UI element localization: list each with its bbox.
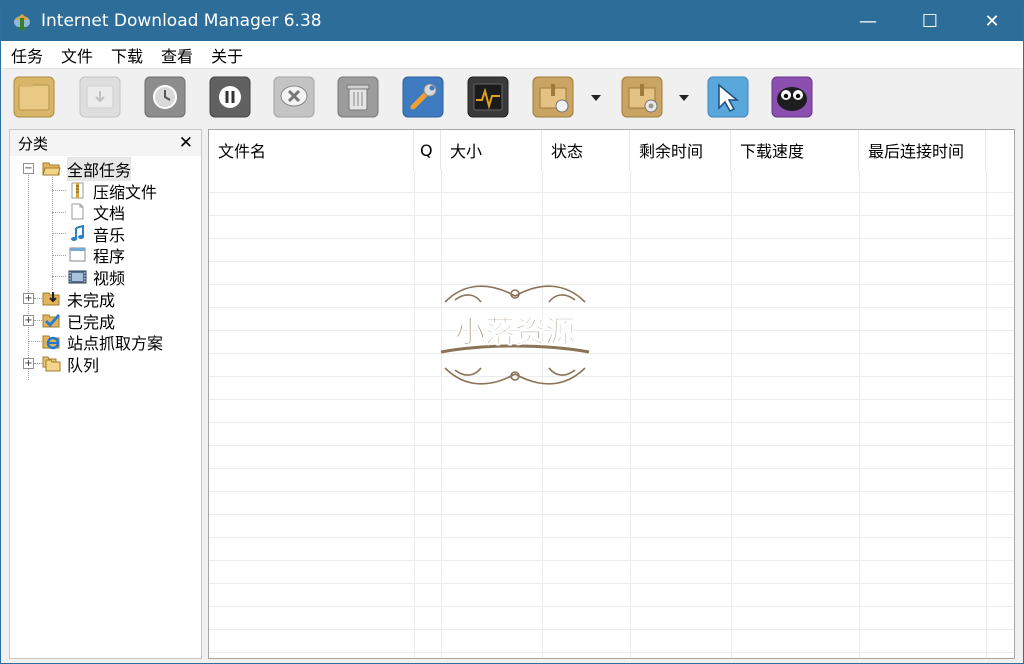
tree-label: 站点抓取方案 bbox=[67, 333, 164, 353]
expander-queues[interactable]: + bbox=[23, 358, 34, 369]
table-row bbox=[209, 308, 1014, 331]
download-list[interactable]: 文件名 Q 大小 状态 剩余时间 下载速度 最后连接时间 小落资源 bbox=[208, 129, 1015, 659]
tree-label: 全部任务 bbox=[67, 156, 132, 181]
menu-view[interactable]: 查看 bbox=[161, 43, 193, 67]
resume-icon[interactable] bbox=[79, 76, 121, 118]
program-window-icon bbox=[68, 246, 87, 263]
table-row bbox=[209, 216, 1014, 239]
watermark-text: 小落资源 bbox=[455, 315, 575, 350]
column-speed[interactable]: 下载速度 bbox=[731, 130, 859, 170]
tree-all-downloads[interactable]: 全部任务 bbox=[42, 156, 132, 181]
window-title: Internet Download Manager 6.38 bbox=[41, 11, 322, 31]
tell-friend-icon[interactable] bbox=[771, 76, 813, 118]
open-folder-icon bbox=[42, 160, 61, 177]
close-button[interactable]: ✕ bbox=[961, 1, 1023, 41]
music-note-icon bbox=[68, 224, 87, 242]
table-row bbox=[209, 538, 1014, 561]
tree-site-grabber[interactable]: 站点抓取方案 bbox=[42, 331, 164, 353]
zip-file-icon bbox=[68, 182, 87, 199]
table-row bbox=[209, 469, 1014, 492]
table-row bbox=[209, 193, 1014, 216]
ie-folder-icon bbox=[42, 333, 61, 350]
categories-header: 分类 ✕ bbox=[10, 130, 201, 156]
delete-completed-icon[interactable] bbox=[337, 76, 379, 118]
categories-title: 分类 bbox=[18, 134, 49, 153]
tree-label: 队列 bbox=[67, 355, 100, 375]
table-row bbox=[209, 561, 1014, 584]
table-row bbox=[209, 239, 1014, 262]
tree-label: 视频 bbox=[93, 268, 126, 288]
menu-downloads[interactable]: 下载 bbox=[111, 43, 143, 67]
app-window: Internet Download Manager 6.38 — ☐ ✕ 任务 … bbox=[0, 0, 1024, 664]
folder-download-icon bbox=[42, 290, 61, 307]
table-header: 文件名 Q 大小 状态 剩余时间 下载速度 最后连接时间 bbox=[209, 130, 986, 170]
tree-unfinished[interactable]: 未完成 bbox=[42, 288, 116, 310]
scheduler-icon[interactable] bbox=[144, 76, 186, 118]
tree-compressed[interactable]: 压缩文件 bbox=[68, 180, 157, 202]
menu-tasks[interactable]: 任务 bbox=[11, 43, 43, 67]
column-time-left[interactable]: 剩余时间 bbox=[630, 130, 731, 170]
table-row bbox=[209, 515, 1014, 538]
tree-queues[interactable]: 队列 bbox=[42, 353, 100, 375]
table-row bbox=[209, 354, 1014, 377]
expander-finished[interactable]: + bbox=[23, 315, 34, 326]
minimize-button[interactable]: — bbox=[837, 1, 899, 41]
maximize-button[interactable]: ☐ bbox=[899, 1, 961, 41]
table-row bbox=[209, 331, 1014, 354]
start-queue-icon[interactable] bbox=[532, 76, 574, 118]
grabber-icon[interactable] bbox=[707, 76, 749, 118]
table-row bbox=[209, 377, 1014, 400]
folder-check-icon bbox=[42, 312, 61, 329]
title-bar[interactable]: Internet Download Manager 6.38 — ☐ ✕ bbox=[1, 1, 1023, 41]
column-q[interactable]: Q bbox=[414, 130, 441, 170]
table-row bbox=[209, 285, 1014, 308]
folders-icon bbox=[42, 355, 61, 372]
tree-label: 文档 bbox=[93, 203, 126, 223]
options-icon[interactable] bbox=[402, 76, 444, 118]
tree-video[interactable]: 视频 bbox=[68, 266, 126, 288]
column-filename[interactable]: 文件名 bbox=[209, 130, 414, 170]
watermark-logo: 小落资源 bbox=[435, 280, 595, 390]
tree-label: 未完成 bbox=[67, 290, 116, 310]
tree-music[interactable]: 音乐 bbox=[68, 223, 125, 245]
expander-unfinished[interactable]: + bbox=[23, 293, 34, 304]
column-size[interactable]: 大小 bbox=[441, 130, 542, 170]
toolbar bbox=[1, 69, 1023, 127]
film-icon bbox=[68, 268, 87, 285]
tree-finished[interactable]: 已完成 bbox=[42, 310, 115, 332]
expander-all[interactable]: − bbox=[23, 163, 34, 174]
delete-icon[interactable] bbox=[273, 76, 315, 118]
table-row bbox=[209, 630, 1014, 653]
column-status[interactable]: 状态 bbox=[542, 130, 630, 170]
tree-programs[interactable]: 程序 bbox=[68, 244, 126, 266]
table-row bbox=[209, 446, 1014, 469]
stop-icon[interactable] bbox=[209, 76, 251, 118]
tree-documents[interactable]: 文档 bbox=[68, 201, 126, 223]
table-row bbox=[209, 584, 1014, 607]
table-row bbox=[209, 400, 1014, 423]
idm-logo-icon bbox=[11, 10, 33, 32]
start-queue-dropdown-icon[interactable] bbox=[590, 92, 602, 104]
table-row bbox=[209, 492, 1014, 515]
stop-queue-dropdown-icon[interactable] bbox=[678, 92, 690, 104]
menu-bar: 任务 文件 下载 查看 关于 bbox=[1, 41, 1023, 69]
table-row bbox=[209, 262, 1014, 285]
table-row bbox=[209, 607, 1014, 630]
table-row bbox=[209, 170, 1014, 193]
menu-file[interactable]: 文件 bbox=[61, 43, 93, 67]
add-url-icon[interactable] bbox=[13, 76, 55, 118]
table-row bbox=[209, 423, 1014, 446]
categories-close-button[interactable]: ✕ bbox=[179, 133, 193, 153]
column-last-try[interactable]: 最后连接时间 bbox=[859, 130, 986, 170]
tree-label: 程序 bbox=[93, 246, 126, 266]
stop-queue-icon[interactable] bbox=[621, 76, 663, 118]
categories-panel: 分类 ✕ − 全部任务 压缩文件 文档 音乐 程序 视频 + 未完成 + 已完成… bbox=[9, 129, 202, 659]
speed-limiter-icon[interactable] bbox=[467, 76, 509, 118]
menu-help[interactable]: 关于 bbox=[211, 43, 243, 67]
document-icon bbox=[68, 203, 87, 220]
